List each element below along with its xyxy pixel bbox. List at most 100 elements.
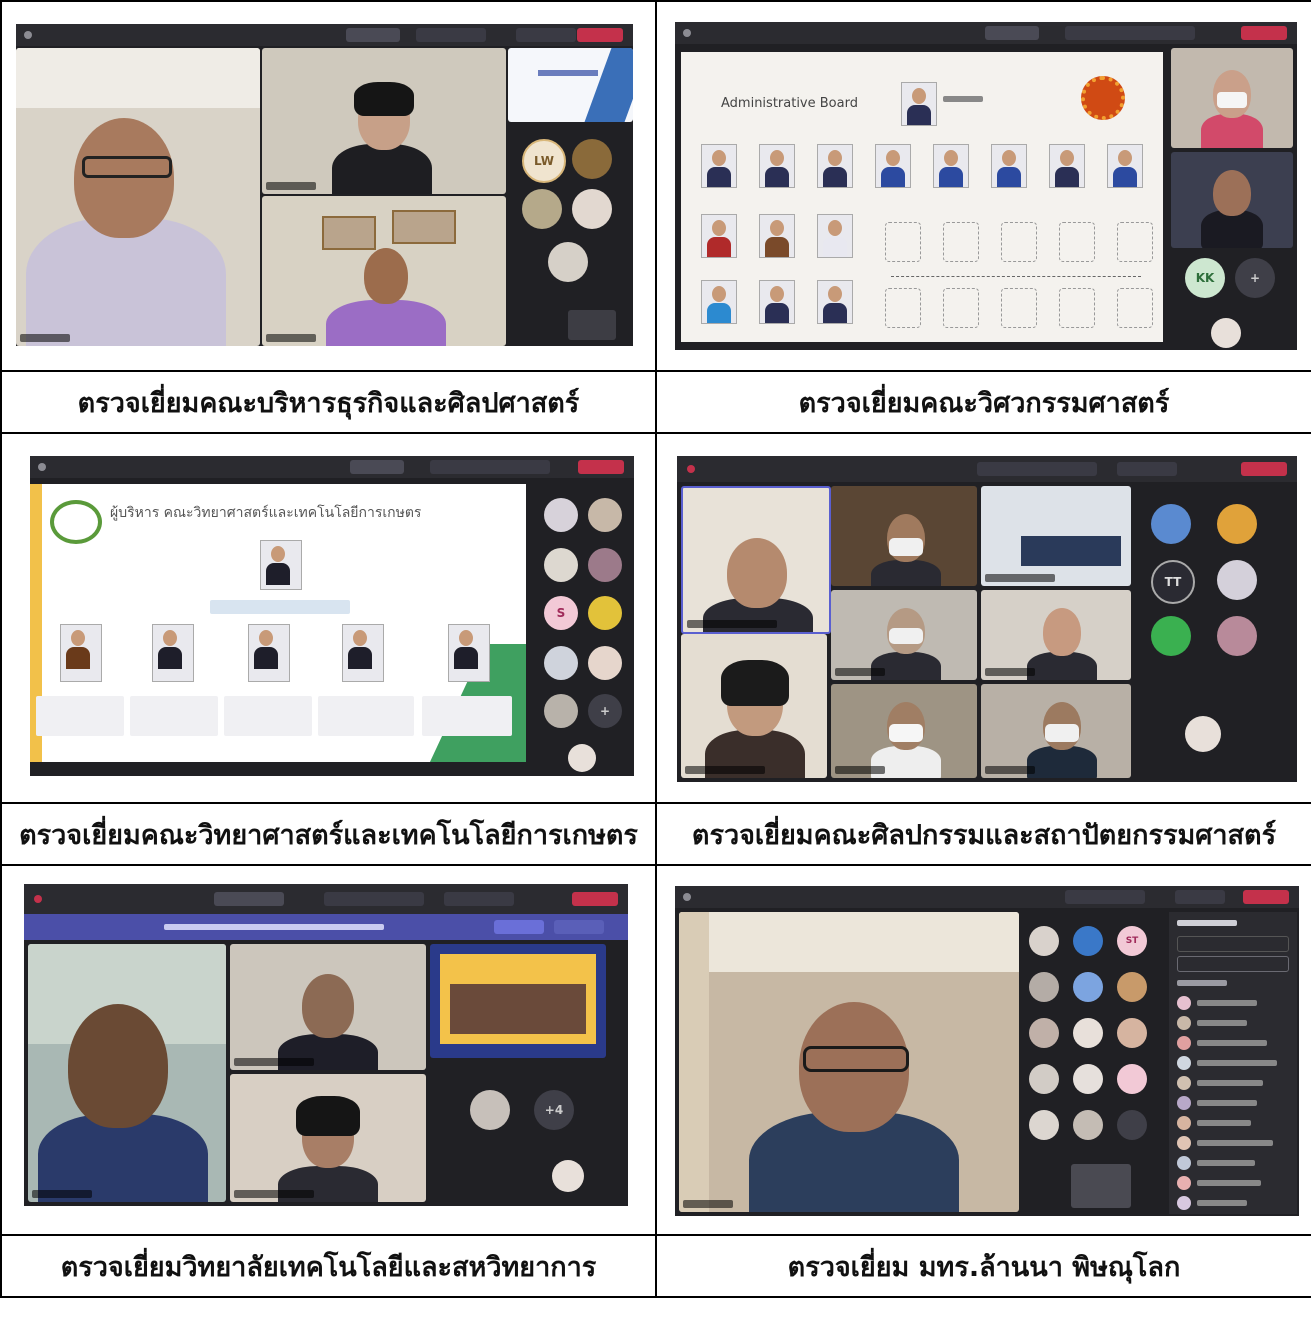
self-avatar xyxy=(568,744,596,772)
executive-photo xyxy=(448,624,490,682)
participant-avatar xyxy=(544,694,578,728)
self-avatar xyxy=(1185,716,1221,752)
leave-button xyxy=(1243,890,1289,904)
executive-photo xyxy=(152,624,194,682)
slide-title: Administrative Board xyxy=(721,96,858,111)
participant-avatar xyxy=(1073,1110,1103,1140)
controls-group xyxy=(416,28,486,42)
meeting-toolbar xyxy=(16,24,633,46)
participants-panel xyxy=(1169,912,1297,1214)
leave-button xyxy=(1241,26,1287,40)
board-member-photo xyxy=(701,214,737,258)
participant-tile xyxy=(981,590,1131,680)
participant-tile-2 xyxy=(1171,48,1293,148)
controls-group xyxy=(1065,26,1195,40)
participant-avatar-initials: S xyxy=(544,596,578,630)
participant-avatar xyxy=(544,646,578,680)
meeting-screenshot-6: ST xyxy=(675,886,1299,1216)
media-controls xyxy=(516,28,576,42)
board-member-photo xyxy=(1107,144,1143,188)
executive-photo xyxy=(60,624,102,682)
executive-photo xyxy=(260,540,302,590)
participant-avatar xyxy=(544,498,578,532)
participant-avatar xyxy=(548,242,588,282)
self-avatar xyxy=(552,1160,584,1192)
shared-content-thumb xyxy=(508,48,633,122)
participant-avatar-initials: ST xyxy=(1117,926,1147,956)
request-control-button xyxy=(346,28,400,42)
document-page: LW Administrative Board KK + ตรวจเยี่ยมค… xyxy=(0,0,1311,1339)
photo-grid-table: LW Administrative Board KK + ตรวจเยี่ยมค… xyxy=(0,0,1311,1298)
caption-2: ตรวจเยี่ยมคณะวิศวกรรมศาสตร์ xyxy=(655,370,1311,434)
meeting-screenshot-3: ผู้บริหาร คณะวิทยาศาสตร์และเทคโนโลยีการเ… xyxy=(30,456,634,776)
more-participants-icon: + xyxy=(1235,258,1275,298)
participant-tile xyxy=(681,486,831,634)
participant-avatar xyxy=(1029,1110,1059,1140)
caption-5: ตรวจเยี่ยมวิทยาลัยเทคโนโลยีและสหวิทยาการ xyxy=(0,1234,657,1298)
controls-group xyxy=(1065,890,1145,904)
participant-avatar xyxy=(1029,1018,1059,1048)
participant-avatar xyxy=(588,596,622,630)
leave-button xyxy=(572,892,618,906)
participant-avatar xyxy=(1073,926,1103,956)
participant-avatar xyxy=(1217,616,1257,656)
meeting-screenshot-4: TT xyxy=(677,456,1297,782)
participant-tile xyxy=(681,634,827,778)
request-control-button xyxy=(350,460,404,474)
caption-3: ตรวจเยี่ยมคณะวิทยาศาสตร์และเทคโนโลยีการเ… xyxy=(0,802,657,866)
participant-avatar-initials: TT xyxy=(1151,560,1195,604)
participant-tile xyxy=(981,486,1131,586)
meeting-toolbar xyxy=(24,884,628,914)
meeting-toolbar xyxy=(675,886,1299,908)
meeting-screenshot-1: LW xyxy=(16,24,633,346)
leave-button xyxy=(1241,462,1287,476)
participant-avatar xyxy=(588,498,622,532)
controls-group xyxy=(977,462,1097,476)
caption-6: ตรวจเยี่ยม มทร.ล้านนา พิษณุโลก xyxy=(655,1234,1311,1298)
meeting-toolbar xyxy=(30,456,634,478)
participant-avatar xyxy=(1073,972,1103,1002)
participant-avatar xyxy=(1073,1064,1103,1094)
meeting-screenshot-5: +4 xyxy=(24,884,628,1206)
participant-avatar xyxy=(1029,1064,1059,1094)
participant-avatar xyxy=(588,548,622,582)
record-icon xyxy=(687,465,695,473)
participant-tile-3 xyxy=(262,196,506,346)
participant-avatar-initials: LW xyxy=(522,139,566,183)
board-member-photo xyxy=(901,82,937,126)
participant-avatar xyxy=(522,189,562,229)
participant-avatar xyxy=(1217,560,1257,600)
self-avatar xyxy=(1211,318,1241,348)
participant-tile xyxy=(230,944,426,1070)
participant-tile xyxy=(831,590,977,680)
request-control-button xyxy=(214,892,284,906)
participant-avatar xyxy=(1217,504,1257,544)
shared-slide: ผู้บริหาร คณะวิทยาศาสตร์และเทคโนโลยีการเ… xyxy=(30,484,526,762)
executive-photo xyxy=(248,624,290,682)
controls-group xyxy=(324,892,424,906)
board-member-photo xyxy=(759,144,795,188)
participant-tile xyxy=(981,684,1131,778)
participant-avatar xyxy=(1029,926,1059,956)
board-member-photo xyxy=(701,280,737,324)
controls-group xyxy=(430,460,550,474)
participant-avatar xyxy=(572,139,612,179)
caption-4: ตรวจเยี่ยมคณะศิลปกรรมและสถาปัตยกรรมศาสตร… xyxy=(655,802,1311,866)
meeting-screenshot-2: Administrative Board KK + xyxy=(675,22,1297,350)
participant-avatar xyxy=(1117,972,1147,1002)
photo-cell-5: +4 xyxy=(0,864,657,1236)
photo-cell-6: ST xyxy=(655,864,1311,1236)
participant-tile-main xyxy=(679,912,1019,1212)
board-member-photo xyxy=(759,214,795,258)
board-member-photo xyxy=(817,280,853,324)
board-member-photo xyxy=(875,144,911,188)
board-member-photo xyxy=(759,280,795,324)
meeting-toolbar xyxy=(677,456,1297,482)
more-participants-count: +4 xyxy=(534,1090,574,1130)
photo-cell-4: TT xyxy=(655,432,1311,804)
participant-avatar-initials xyxy=(1117,1064,1147,1094)
participant-avatar-initials: KK xyxy=(1185,258,1225,298)
leave-button xyxy=(578,460,624,474)
participant-avatar xyxy=(1151,504,1191,544)
participant-tile-3 xyxy=(1171,152,1293,248)
